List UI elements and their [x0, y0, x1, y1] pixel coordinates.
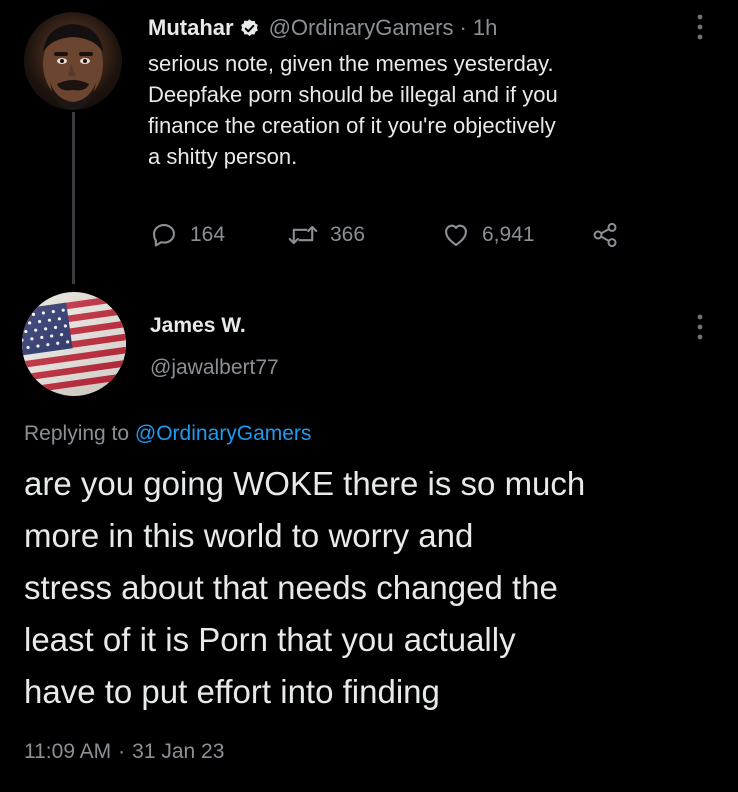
reply-author-name[interactable]: James W.	[150, 314, 246, 338]
reply-body: are you going WOKE there is so much more…	[24, 458, 724, 718]
tweet-text-line: a shitty person.	[148, 144, 298, 169]
reply-text-line: are you going WOKE there is so much	[24, 465, 586, 502]
reply-time: 11:09 AM	[24, 740, 112, 763]
retweet-icon	[288, 225, 318, 245]
reply-count: 164	[190, 223, 226, 246]
more-vertical-icon	[697, 314, 703, 340]
tweet-header: Mutahar @OrdinaryGamers · 1h	[148, 14, 497, 42]
reply-text-line: stress about that needs changed the	[24, 569, 558, 606]
avatar-portrait	[43, 24, 103, 110]
author-name[interactable]: Mutahar	[148, 15, 234, 41]
header-separator: ·	[459, 15, 467, 40]
more-vertical-icon	[697, 14, 703, 40]
reply-timestamp[interactable]: 11:09 AM · 31 Jan 23	[24, 740, 224, 764]
tweet-text-line: serious note, given the memes yesterday.	[148, 51, 554, 76]
reply-text-line: have to put effort into finding	[24, 673, 440, 710]
reply-author-handle[interactable]: @jawalbert77	[150, 356, 279, 380]
more-options-button[interactable]	[690, 12, 710, 42]
reply-text-line: least of it is Porn that you actually	[24, 621, 516, 658]
like-count: 6,941	[482, 223, 535, 246]
retweet-button[interactable]: 366	[288, 220, 365, 250]
retweet-count: 366	[330, 223, 366, 246]
verified-badge-icon	[239, 18, 260, 39]
replying-to-handle-link[interactable]: @OrdinaryGamers	[135, 422, 312, 445]
tweet-text-line: Deepfake porn should be illegal and if y…	[148, 82, 558, 107]
reply-text-line: more in this world to worry and	[24, 517, 474, 554]
reply-button[interactable]: 164	[150, 220, 225, 250]
reply-author-avatar[interactable]	[22, 292, 126, 396]
reply-date: 31 Jan 23	[132, 740, 225, 763]
author-avatar[interactable]	[24, 12, 122, 110]
author-handle[interactable]: @OrdinaryGamers	[269, 15, 454, 41]
timestamp-separator: ·	[118, 740, 126, 763]
reply-icon	[153, 224, 175, 247]
tweet-body: serious note, given the memes yesterday.…	[148, 48, 718, 172]
tweet-relative-time[interactable]: 1h	[473, 15, 497, 41]
share-button[interactable]	[590, 220, 632, 250]
like-button[interactable]: 6,941	[442, 220, 535, 250]
replying-to: Replying to @OrdinaryGamers	[24, 422, 311, 446]
thread-connector-line	[72, 112, 75, 284]
heart-icon	[445, 224, 467, 246]
share-icon	[593, 222, 617, 248]
replying-to-label: Replying to	[24, 422, 130, 445]
us-flag-icon	[22, 292, 126, 396]
reply-more-options-button[interactable]	[690, 312, 710, 342]
tweet-text-line: finance the creation of it you're object…	[148, 113, 556, 138]
